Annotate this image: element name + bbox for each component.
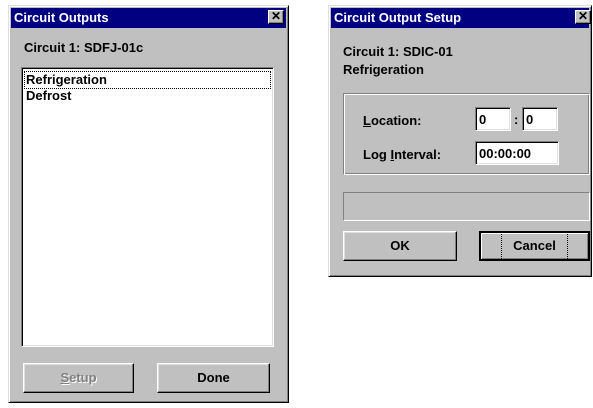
setup-button-label: Setup [60,370,97,385]
close-icon[interactable]: ✕ [575,10,591,24]
setup-button[interactable]: Setup [23,363,134,393]
close-icon[interactable]: ✕ [268,10,284,24]
location-label: Location: [363,113,422,128]
location-field-2[interactable] [522,107,558,131]
circuit-output-setup-titlebar[interactable]: Circuit Output Setup ✕ [331,8,591,28]
circuit-label: Circuit 1: SDIC-01 [343,44,453,59]
circuit-output-setup-window: Circuit Output Setup ✕ Circuit 1: SDIC-0… [328,5,592,277]
output-name-label: Refrigeration [343,62,424,77]
cancel-button[interactable]: Cancel [479,231,590,261]
circuit-outputs-titlebar[interactable]: Circuit Outputs ✕ [11,8,286,28]
location-separator: : [514,112,519,127]
done-button-label: Done [197,370,230,385]
status-bar [343,192,590,221]
location-field-1[interactable] [475,107,511,131]
log-interval-field[interactable] [475,141,559,165]
list-item-defrost[interactable]: Defrost [25,88,73,104]
ok-button-label: OK [390,238,410,253]
circuit-outputs-window: Circuit Outputs ✕ Circuit 1: SDFJ-01c Re… [8,5,289,403]
list-item-refrigeration[interactable]: Refrigeration [24,71,271,89]
done-button[interactable]: Done [157,363,270,393]
window-title: Circuit Outputs [14,10,109,25]
circuit-label: Circuit 1: SDFJ-01c [24,40,144,55]
ok-button[interactable]: OK [343,231,457,261]
log-interval-label: Log Interval: [363,147,442,162]
window-title: Circuit Output Setup [334,10,462,25]
outputs-listbox[interactable]: Refrigeration Defrost [21,67,274,347]
cancel-button-label: Cancel [501,231,568,261]
